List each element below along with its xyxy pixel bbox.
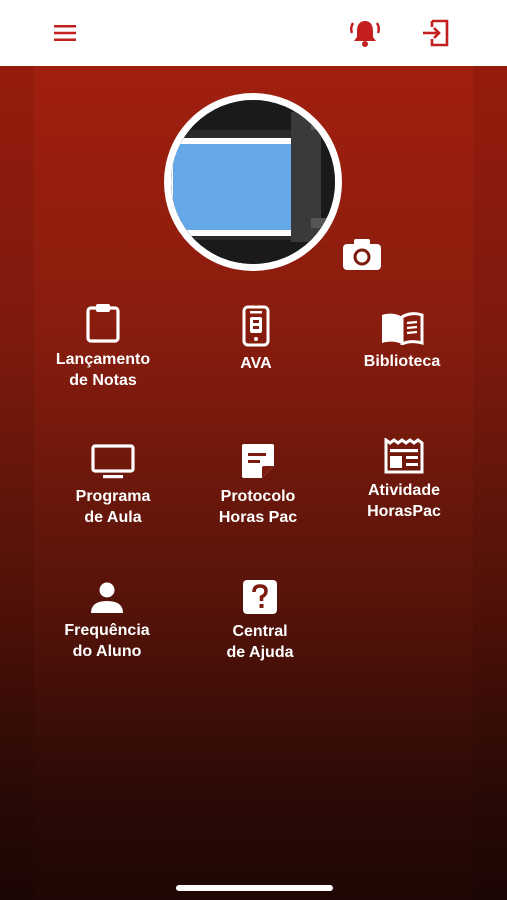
menu-button[interactable] [48, 16, 82, 50]
tile-label: Programa de Aula [75, 488, 151, 526]
logout-icon [423, 19, 449, 47]
alarm-bell-icon [349, 21, 381, 47]
computer-monitor-image [171, 100, 335, 264]
change-photo-button[interactable] [341, 236, 383, 272]
tile-label: Biblioteca [363, 353, 441, 370]
tile-programa-de-aula[interactable]: Programa de Aula [38, 444, 188, 528]
home-indicator[interactable] [176, 885, 333, 891]
tile-label: Central de Ajuda [226, 623, 294, 661]
tile-central-de-ajuda[interactable]: Central de Ajuda [185, 579, 335, 663]
mobile-phone-icon [242, 305, 270, 347]
tile-label: Atividade HorasPac [367, 482, 441, 520]
tile-atividade-horaspac[interactable]: Atividade HorasPac [329, 438, 479, 522]
tile-protocolo-horas-pac[interactable]: Protocolo Horas Pac [183, 442, 333, 528]
top-app-bar [0, 0, 507, 66]
tile-biblioteca[interactable]: Biblioteca [327, 311, 477, 372]
help-question-icon [243, 580, 277, 614]
logout-button[interactable] [419, 16, 453, 50]
tile-lancamento-de-notas[interactable]: Lançamento de Notas [28, 303, 178, 391]
camera-icon [343, 239, 381, 270]
monitor-icon [91, 444, 135, 479]
left-edge-shade [0, 66, 34, 900]
tile-label: AVA [240, 355, 272, 372]
tile-label: Protocolo Horas Pac [218, 488, 298, 526]
tile-ava[interactable]: AVA [181, 305, 331, 374]
person-icon [91, 582, 123, 613]
profile-avatar[interactable] [164, 93, 342, 271]
hamburger-menu-icon [54, 25, 76, 41]
sticky-note-icon [242, 444, 274, 478]
receipt-icon [384, 438, 424, 474]
tile-frequencia-do-aluno[interactable]: Frequência do Aluno [32, 582, 182, 662]
avatar-image [171, 100, 335, 264]
tile-label: Lançamento de Notas [55, 351, 151, 389]
notifications-button[interactable] [348, 16, 382, 50]
open-book-icon [382, 312, 424, 345]
clipboard-icon [86, 304, 120, 343]
tile-label: Frequência do Aluno [64, 622, 150, 660]
